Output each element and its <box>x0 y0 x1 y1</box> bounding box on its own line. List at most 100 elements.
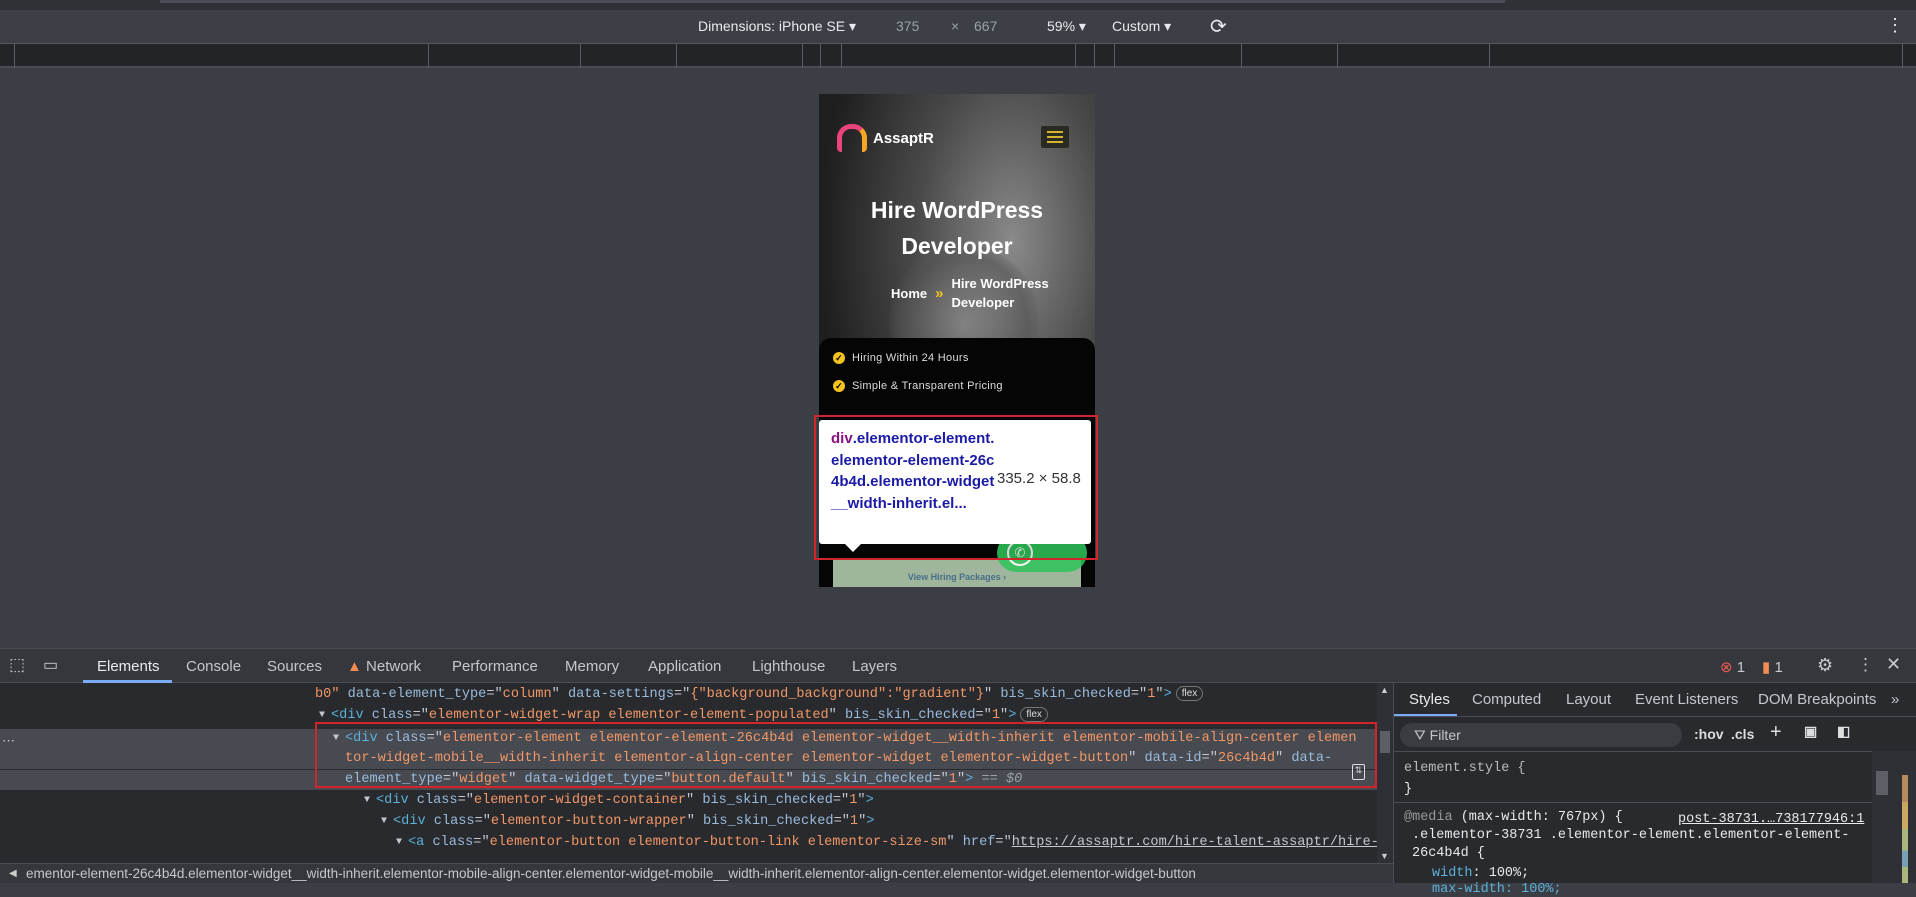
code-token: class <box>433 814 475 829</box>
page-title: Hire WordPress Developer <box>870 197 1044 259</box>
tab-performance[interactable]: Performance <box>452 658 538 675</box>
code-token: elementor-widget-wrap elementor-element-… <box>428 708 829 723</box>
source-link[interactable]: post-38731.…738177946:1 <box>1678 812 1864 827</box>
close-icon[interactable]: ✕ <box>1886 654 1901 675</box>
check-circle-icon: ✓ <box>833 352 845 364</box>
dom-node[interactable]: b0" data-element_type="column" data-sett… <box>0 685 1377 705</box>
selected-node-outline <box>315 722 1377 788</box>
code-token: " <box>686 814 704 829</box>
code-token: b0" <box>315 687 340 702</box>
code-token: <div <box>393 814 434 829</box>
tab-styles[interactable]: Styles <box>1409 691 1450 708</box>
tab-dom-breakpoints[interactable]: DOM Breakpoints <box>1758 691 1876 708</box>
code-token: <div <box>331 708 372 723</box>
code-token: > <box>866 814 875 829</box>
rotate-icon[interactable]: ⟳ <box>1210 14 1227 39</box>
dom-node[interactable]: ▼ <a class="elementor-button elementor-bu… <box>0 833 1377 853</box>
tab-network[interactable]: ▲ Network <box>347 658 421 675</box>
tab-console[interactable]: Console <box>186 658 241 675</box>
code-token: " <box>551 687 568 702</box>
tab-layers[interactable]: Layers <box>852 658 897 675</box>
code-token: " <box>946 835 963 850</box>
code-token: " <box>686 793 703 808</box>
width-input[interactable]: 375 <box>896 18 919 34</box>
tab-memory[interactable]: Memory <box>565 658 619 675</box>
code-token: elementor-button elementor-button-link e… <box>489 835 947 850</box>
breadcrumb-home[interactable]: Home <box>891 286 927 301</box>
logo-icon <box>837 124 867 152</box>
tab-event-listeners[interactable]: Event Listeners <box>1635 691 1738 708</box>
code-token: href <box>962 835 996 850</box>
code-token: " <box>828 708 845 723</box>
settings-gear-icon[interactable]: ⚙ <box>1817 655 1833 676</box>
code-token: elementor-button-wrapper <box>490 814 687 829</box>
dom-breadcrumb-item[interactable]: ementor-element-26c4b4d.elementor-widget… <box>26 864 1196 883</box>
filter-icon: ⛛ <box>1414 727 1426 743</box>
more-options-icon[interactable]: ⋮ <box>1886 15 1904 36</box>
hamburger-menu-icon[interactable] <box>1041 126 1069 148</box>
tab-sources[interactable]: Sources <box>267 658 322 675</box>
height-input[interactable]: 667 <box>974 18 997 34</box>
code-token: column <box>502 687 552 702</box>
code-token: =" <box>457 793 474 808</box>
expand-triangle-icon[interactable]: ▼ <box>364 791 370 811</box>
expand-triangle-icon[interactable]: ▼ <box>381 812 387 832</box>
warning-icon: ▲ <box>347 658 362 675</box>
dom-tree-scrollbar[interactable]: ▲ ▼ <box>1377 683 1393 863</box>
node-actions-ellipsis[interactable]: ⋯ <box>2 733 15 749</box>
more-tabs-icon[interactable]: » <box>1891 691 1899 708</box>
error-icon: ⊗ <box>1720 659 1733 676</box>
times-sign: × <box>951 18 960 34</box>
code-token: =" <box>474 814 491 829</box>
check-circle-icon: ✓ <box>833 380 845 392</box>
code-token: elementor-widget-container <box>473 793 687 808</box>
tab-layout[interactable]: Layout <box>1566 691 1611 708</box>
scroll-left-icon[interactable]: ◀ <box>9 864 17 883</box>
device-toolbar: Dimensions: iPhone SE ▾ 375 × 667 59% ▾ … <box>0 10 1916 44</box>
inspect-element-icon[interactable]: ⬚ <box>9 655 25 675</box>
tab-computed[interactable]: Computed <box>1472 691 1541 708</box>
new-rule-icon[interactable]: + <box>1770 721 1782 744</box>
top-strip <box>0 0 1916 10</box>
code-token: =" <box>832 793 850 808</box>
styles-filter-input[interactable]: ⛛ Filter <box>1400 723 1682 747</box>
dom-node[interactable]: ▼ <div class="elementor-widget-container"… <box>0 791 1377 811</box>
dimensions-dropdown[interactable]: Dimensions: iPhone SE ▾ <box>698 18 856 35</box>
code-token: =" <box>412 708 429 723</box>
styles-tabbar: Styles Computed Layout Event Listeners D… <box>1394 683 1916 717</box>
tab-lighthouse[interactable]: Lighthouse <box>752 658 825 675</box>
dom-node[interactable]: ▼ <div class="elementor-button-wrapper" b… <box>0 812 1377 832</box>
throttle-dropdown[interactable]: Custom ▾ <box>1112 18 1171 35</box>
code-token: > <box>865 793 874 808</box>
code-token: =" <box>975 708 992 723</box>
devtools-tabbar: ⬚ ▭ Elements Console Sources ▲ Network P… <box>0 649 1916 683</box>
hov-button[interactable]: :hov <box>1694 726 1724 742</box>
more-vertical-icon[interactable]: ⋮ <box>1857 655 1874 675</box>
flex-badge[interactable]: flex <box>1175 685 1204 701</box>
device-toggle-icon[interactable]: ▭ <box>43 655 58 675</box>
site-logo[interactable]: AssaptR <box>837 124 934 152</box>
code-token: class <box>416 793 458 808</box>
error-count[interactable]: ⊗ 1 <box>1720 658 1745 676</box>
code-token: https://assaptr.com/hire-talent-assaptr/… <box>1011 835 1377 850</box>
expand-triangle-icon[interactable]: ▼ <box>396 833 402 853</box>
media-query-ruler[interactable] <box>0 44 1916 68</box>
styles-scrollbar[interactable] <box>1872 751 1916 883</box>
dom-breadcrumb-bar[interactable]: ◀ ementor-element-26c4b4d.elementor-widg… <box>0 863 1393 883</box>
code-token: bis_skin_checked <box>703 814 834 829</box>
copy-icon[interactable]: ⇅ <box>1352 764 1365 780</box>
element-size: 335.2 × 58.8 <box>997 470 1081 487</box>
flex-badge[interactable]: flex <box>1020 706 1048 722</box>
warning-count[interactable]: ▮ 1 <box>1762 658 1783 676</box>
zoom-dropdown[interactable]: 59% ▾ <box>1047 18 1086 35</box>
rule-selector[interactable]: .elementor-38731 .elementor-element.elem… <box>1412 828 1849 843</box>
code-token: data-settings <box>567 687 675 702</box>
cls-button[interactable]: .cls <box>1731 726 1754 742</box>
code-token: <div <box>376 793 417 808</box>
toggle-sidebar-icon[interactable]: ◧ <box>1837 723 1850 740</box>
tab-elements[interactable]: Elements <box>97 658 160 675</box>
paint-brush-icon[interactable]: ▣ <box>1804 723 1817 740</box>
tab-application[interactable]: Application <box>648 658 721 675</box>
breadcrumb-current: Hire WordPress Developer <box>951 276 1049 310</box>
code-token: <a <box>408 835 433 850</box>
